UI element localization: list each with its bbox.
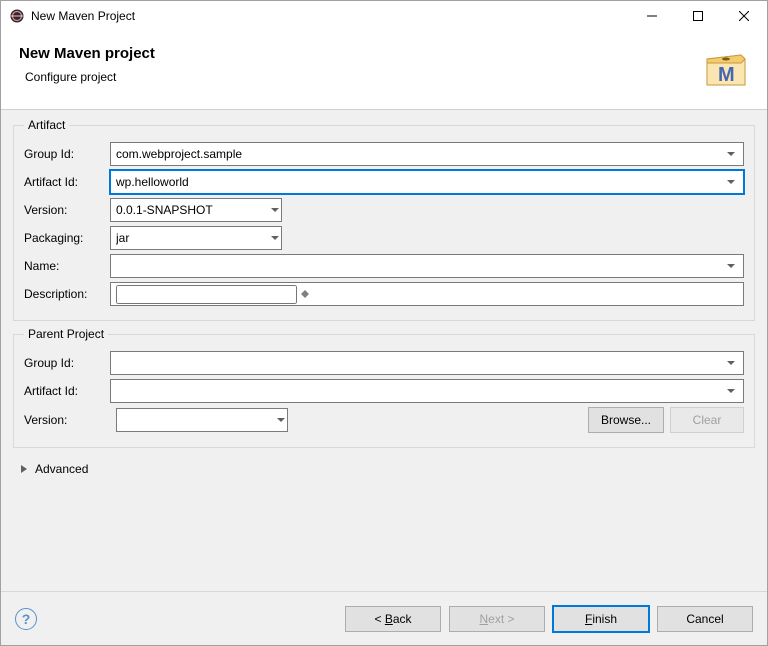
help-icon[interactable]: ?	[15, 608, 37, 630]
version-text[interactable]	[116, 199, 271, 221]
artifact-legend: Artifact	[24, 118, 69, 132]
parent-group-id-input[interactable]	[110, 351, 744, 375]
advanced-label: Advanced	[35, 462, 88, 476]
parent-artifact-id-label: Artifact Id:	[24, 384, 110, 398]
wizard-title: New Maven project	[19, 45, 691, 62]
parent-artifact-id-input[interactable]	[110, 379, 744, 403]
artifact-id-text[interactable]	[116, 171, 724, 193]
chevron-down-icon	[271, 208, 279, 213]
artifact-fieldset: Artifact Group Id: Artifact Id: Version:	[13, 118, 755, 321]
triangle-right-icon	[19, 464, 29, 474]
parent-group-id-text[interactable]	[116, 352, 724, 374]
chevron-down-icon	[724, 389, 738, 394]
group-id-label: Group Id:	[24, 147, 110, 161]
packaging-label: Packaging:	[24, 231, 110, 245]
version-label: Version:	[24, 203, 110, 217]
chevron-down-icon	[271, 236, 279, 241]
parent-version-text[interactable]	[122, 409, 277, 431]
window-title: New Maven Project	[31, 9, 629, 23]
next-button: Next >	[449, 606, 545, 632]
packaging-input[interactable]	[110, 226, 282, 250]
chevron-down-icon	[724, 264, 738, 269]
parent-fieldset: Parent Project Group Id: Artifact Id: Ve…	[13, 327, 755, 448]
svg-text:M: M	[718, 64, 735, 86]
finish-button[interactable]: Finish	[553, 606, 649, 632]
chevron-down-icon	[277, 418, 285, 423]
parent-version-input[interactable]	[116, 408, 288, 432]
version-input[interactable]	[110, 198, 282, 222]
maximize-button[interactable]	[675, 1, 721, 31]
maven-wizard-icon: M	[701, 45, 749, 93]
group-id-input[interactable]	[110, 142, 744, 166]
wizard-button-bar: ? < Back Next > Finish Cancel	[1, 591, 767, 645]
description-input[interactable]	[110, 282, 744, 306]
advanced-toggle[interactable]: Advanced	[13, 454, 755, 484]
window-controls	[629, 1, 767, 31]
form-area: Artifact Group Id: Artifact Id: Version:	[1, 110, 767, 591]
chevron-down-icon	[724, 361, 738, 366]
wizard-subtitle: Configure project	[25, 70, 691, 84]
spinner-icon[interactable]	[297, 290, 313, 298]
clear-button[interactable]: Clear	[670, 407, 744, 433]
artifact-id-label: Artifact Id:	[24, 175, 110, 189]
name-label: Name:	[24, 259, 110, 273]
artifact-id-input[interactable]	[110, 170, 744, 194]
back-button[interactable]: < Back	[345, 606, 441, 632]
browse-button[interactable]: Browse...	[588, 407, 664, 433]
eclipse-icon	[9, 8, 25, 24]
name-text[interactable]	[116, 255, 724, 277]
packaging-text[interactable]	[116, 227, 271, 249]
chevron-down-icon	[724, 152, 738, 157]
titlebar: New Maven Project	[1, 1, 767, 31]
description-label: Description:	[24, 287, 110, 301]
cancel-button[interactable]: Cancel	[657, 606, 753, 632]
parent-artifact-id-text[interactable]	[116, 380, 724, 402]
description-text[interactable]	[116, 285, 297, 304]
chevron-down-icon	[724, 180, 738, 185]
parent-legend: Parent Project	[24, 327, 108, 341]
wizard-header: New Maven project Configure project M	[1, 31, 767, 110]
parent-group-id-label: Group Id:	[24, 356, 110, 370]
parent-version-label: Version:	[24, 413, 110, 427]
group-id-text[interactable]	[116, 143, 724, 165]
close-button[interactable]	[721, 1, 767, 31]
minimize-button[interactable]	[629, 1, 675, 31]
name-input[interactable]	[110, 254, 744, 278]
